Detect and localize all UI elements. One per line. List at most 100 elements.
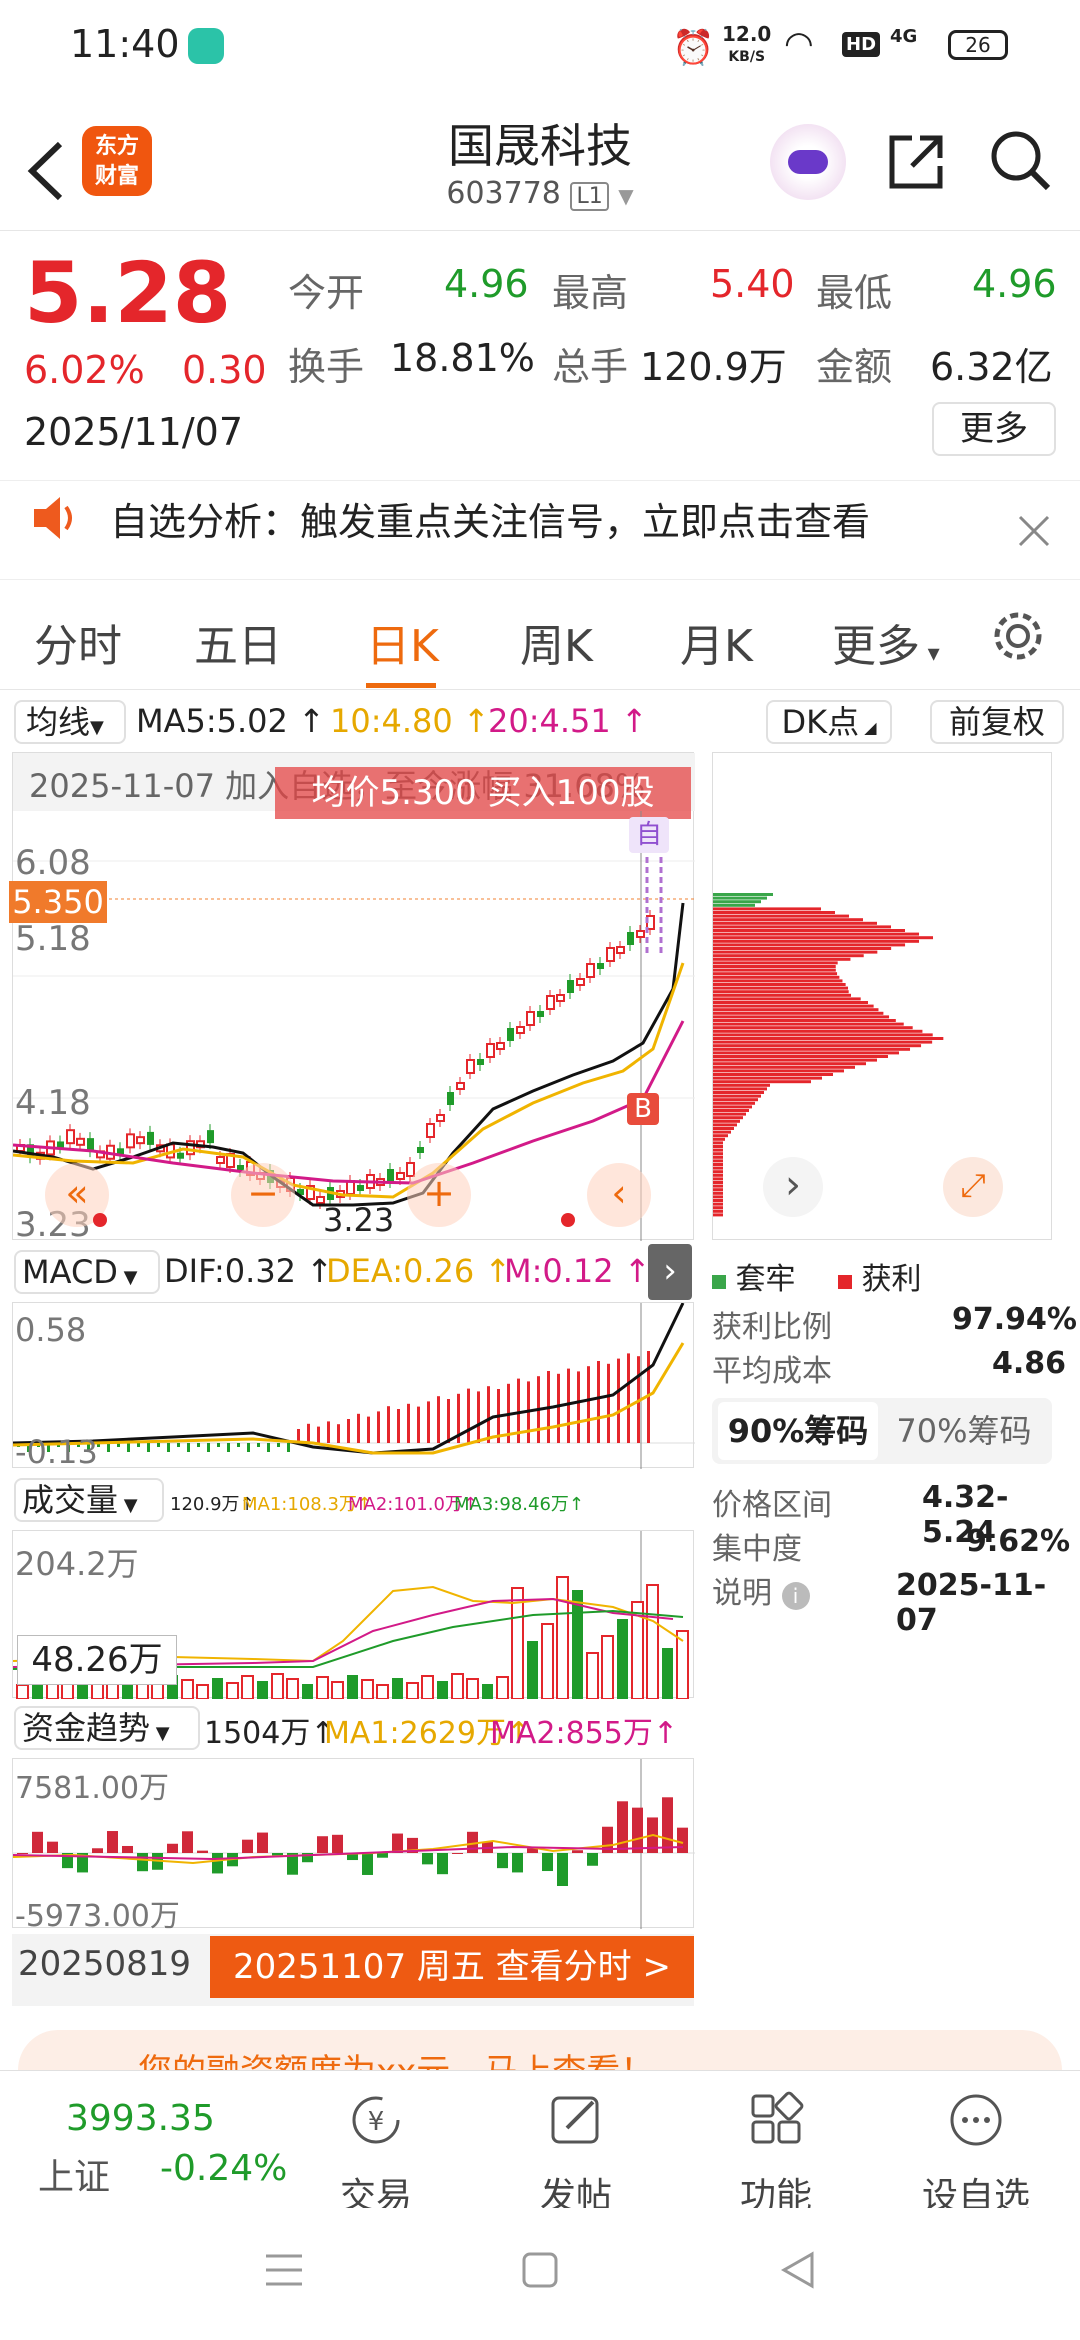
more-quote-button[interactable]: 更多 bbox=[932, 402, 1056, 456]
alarm-icon: ⏰ bbox=[672, 28, 715, 68]
turnover-value: 18.81% bbox=[390, 336, 535, 380]
menu-icon[interactable] bbox=[262, 2250, 306, 2290]
zoom-in-icon[interactable]: + bbox=[407, 1163, 471, 1227]
candle bbox=[586, 963, 595, 978]
y-axis-mid: 5.18 bbox=[15, 919, 91, 959]
chip-bar-profit bbox=[713, 968, 836, 972]
adjust-button[interactable]: 前复权 bbox=[930, 700, 1064, 744]
settings-icon[interactable] bbox=[990, 608, 1046, 664]
macd-bar bbox=[347, 1419, 350, 1443]
chip-distribution-chart[interactable]: › ⤢ bbox=[712, 752, 1052, 1240]
chip-bar-profit bbox=[713, 1141, 723, 1145]
index-name[interactable]: 上证 bbox=[38, 2148, 110, 2200]
macd-bar bbox=[417, 1406, 420, 1443]
chip-bar-profit bbox=[713, 1116, 743, 1120]
net-speed: 12.0 KB/S bbox=[722, 22, 772, 65]
chip-bar-profit bbox=[713, 1159, 723, 1163]
fund-bar bbox=[392, 1833, 403, 1853]
chip-next-icon[interactable]: › bbox=[763, 1157, 823, 1217]
back-icon[interactable] bbox=[20, 136, 70, 206]
macd-bar bbox=[367, 1416, 370, 1443]
notification-app-icon bbox=[188, 28, 224, 64]
note-label[interactable]: 说明 i bbox=[712, 1568, 810, 1612]
fund-bar bbox=[182, 1831, 193, 1853]
volume-bar bbox=[466, 1678, 479, 1699]
volume-bar bbox=[286, 1678, 299, 1699]
ma-selector[interactable]: 均线▼ bbox=[14, 700, 126, 744]
tab-intraday[interactable]: 分时 bbox=[34, 610, 122, 674]
expand-icon[interactable]: ⤢ bbox=[943, 1157, 1003, 1217]
candle bbox=[57, 1141, 64, 1148]
close-icon[interactable] bbox=[1016, 513, 1052, 549]
zoom-out-icon[interactable]: − bbox=[231, 1163, 295, 1227]
macd-dea: DEA:0.26 ↑ bbox=[326, 1252, 512, 1290]
chip-bar-profit bbox=[713, 1170, 723, 1174]
volume-selector[interactable]: 成交量 ▼ bbox=[14, 1478, 164, 1522]
home-icon[interactable] bbox=[520, 2250, 560, 2290]
volume-y-top: 204.2万 bbox=[15, 1545, 139, 1583]
candle bbox=[417, 1147, 424, 1153]
chip-bar-profit bbox=[713, 1152, 723, 1156]
chip-bar-profit bbox=[713, 1213, 723, 1217]
dk-point-button[interactable]: DK点 ◢ bbox=[766, 700, 892, 744]
legend-trapped: 套牢 bbox=[712, 1254, 796, 1298]
tab-chip-70[interactable]: 70%筹码 bbox=[884, 1402, 1044, 1460]
fund-bar bbox=[557, 1853, 568, 1886]
chip-bar-profit bbox=[713, 997, 861, 1001]
index-value[interactable]: 3993.35 bbox=[66, 2098, 215, 2139]
chip-bar-profit bbox=[713, 1188, 723, 1192]
avg-cost-label: 平均成本 bbox=[712, 1354, 832, 1389]
chip-bar-profit bbox=[713, 1148, 723, 1152]
nav-post[interactable]: 发帖 bbox=[476, 2090, 676, 2219]
tab-monthly-k[interactable]: 月K bbox=[680, 610, 753, 674]
kline-chart[interactable]: 2025-11-07 加入自选，至今涨幅 31.68% 均价5.300 买入10… bbox=[9, 752, 695, 1245]
notice-bar[interactable]: 自选分析：触发重点关注信号，立即点击查看 bbox=[0, 480, 1080, 580]
chip-bar-profit bbox=[713, 1019, 896, 1022]
tab-five-day[interactable]: 五日 bbox=[194, 610, 282, 674]
candle bbox=[387, 1169, 394, 1182]
low-mark: 3.23 bbox=[323, 1201, 395, 1239]
more-dots-icon bbox=[950, 2094, 1002, 2146]
volume-bar bbox=[437, 1681, 448, 1699]
back-nav-icon[interactable] bbox=[778, 2248, 818, 2292]
chip-bar-profit bbox=[713, 1145, 723, 1148]
view-intraday-button[interactable]: 20251107 周五 查看分时 > bbox=[210, 1936, 694, 1998]
fund-bar bbox=[92, 1848, 103, 1853]
volume-bar bbox=[392, 1678, 403, 1699]
nav-add-watch[interactable]: 设自选 bbox=[876, 2090, 1076, 2219]
volume-bar bbox=[181, 1679, 194, 1699]
expand-indicator-icon[interactable]: › bbox=[648, 1244, 692, 1300]
volume-chart[interactable]: 204.2万 48.26万 bbox=[12, 1530, 694, 1699]
search-icon[interactable] bbox=[988, 128, 1054, 194]
notice-text: 自选分析：触发重点关注信号，立即点击查看 bbox=[110, 500, 871, 544]
candle bbox=[406, 1162, 415, 1177]
signal-dot bbox=[561, 1213, 575, 1227]
fund-bar bbox=[632, 1807, 643, 1853]
macd-bar bbox=[257, 1443, 260, 1447]
volume-label: 总手 bbox=[552, 345, 629, 389]
chip-bar-profit bbox=[713, 1073, 833, 1076]
tab-chip-90[interactable]: 90%筹码 bbox=[718, 1402, 878, 1460]
fund-trend-selector[interactable]: 资金趋势 ▼ bbox=[14, 1706, 200, 1750]
volume-bar bbox=[556, 1576, 569, 1699]
chip-bar-profit bbox=[713, 907, 821, 911]
index-change[interactable]: -0.24% bbox=[160, 2148, 287, 2189]
candle bbox=[556, 994, 565, 1002]
volume-bar bbox=[196, 1684, 209, 1699]
tab-daily-k[interactable]: 日K bbox=[366, 610, 439, 674]
tab-more[interactable]: 更多 ▾ bbox=[832, 610, 940, 674]
macd-selector[interactable]: MACD ▼ bbox=[14, 1250, 160, 1294]
promo-banner[interactable]: 您的融资额度为xx元，马上查看！ bbox=[18, 2030, 1062, 2070]
fund-bar bbox=[32, 1831, 43, 1853]
nav-function[interactable]: 功能 bbox=[676, 2090, 876, 2219]
ai-assistant-icon[interactable] bbox=[770, 124, 846, 200]
scroll-left-icon[interactable]: ‹ bbox=[587, 1163, 651, 1227]
macd-chart[interactable]: 0.58 -0.13 bbox=[12, 1302, 695, 1471]
tab-weekly-k[interactable]: 周K bbox=[520, 610, 593, 674]
share-icon[interactable] bbox=[884, 130, 948, 194]
chip-bar-profit bbox=[713, 1199, 723, 1202]
fund-trend-chart[interactable]: 7581.00万 -5973.00万 bbox=[12, 1758, 695, 1934]
signal-icon: 4G bbox=[890, 26, 918, 47]
svg-text:¥: ¥ bbox=[368, 2107, 385, 2137]
nav-trade[interactable]: ¥ 交易 bbox=[276, 2090, 476, 2219]
